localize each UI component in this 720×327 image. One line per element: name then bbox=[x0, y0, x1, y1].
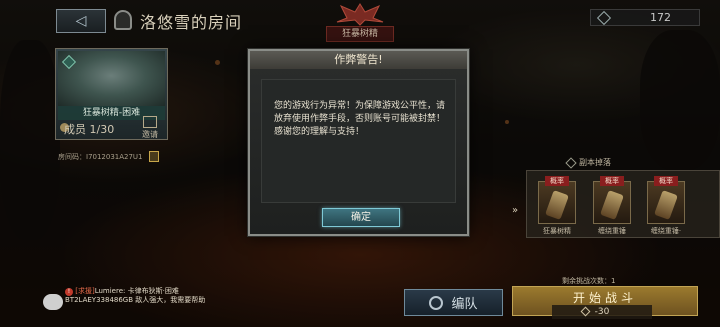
drops-title-text: 副本掉落 bbox=[579, 158, 611, 167]
chat-icon[interactable] bbox=[43, 294, 63, 310]
members-count: 成员 1/30 bbox=[64, 123, 115, 136]
dialog-message: 您的游戏行为异常！为保障游戏公平性，请放弃使用作弊手段，否则账号可能被封禁！感谢… bbox=[274, 101, 446, 137]
room-title: 洛悠雪的房间 bbox=[140, 13, 243, 32]
drop-item[interactable]: 概率 bbox=[538, 176, 576, 224]
dialog-body: 您的游戏行为异常！为保障游戏公平性，请放弃使用作弊手段，否则账号可能被封禁！感谢… bbox=[261, 79, 456, 203]
chat-message[interactable]: ! [求援]Lumiere: 卡律布狄斯·困难 BT2LAEY338486GB … bbox=[65, 287, 235, 305]
team-button[interactable]: 编队 bbox=[404, 289, 503, 316]
stamina-icon bbox=[580, 306, 591, 317]
drops-title: 副本掉落 bbox=[565, 156, 625, 170]
helmet-icon bbox=[114, 10, 132, 30]
start-cost: -30 bbox=[552, 305, 652, 319]
drops-tag-icon bbox=[565, 157, 577, 169]
probability-badge: 概率 bbox=[654, 176, 678, 186]
start-battle-label: 开始战斗 bbox=[572, 291, 637, 305]
chat-tag: [求援] bbox=[75, 287, 95, 295]
room-code: 房间码：I7012031A27U1 bbox=[58, 153, 143, 161]
drop-item-label: 狂暴树精 bbox=[543, 227, 571, 235]
difficulty-gem-icon bbox=[61, 54, 77, 70]
attempts-remaining: 剩余挑战次数：1 bbox=[562, 277, 616, 285]
team-icon bbox=[429, 295, 444, 310]
back-arrow-icon: ◁ bbox=[75, 13, 87, 29]
probability-badge: 概率 bbox=[545, 176, 569, 186]
cheat-warning-dialog: 作弊警告! 您的游戏行为异常！为保障游戏公平性，请放弃使用作弊手段，否则账号可能… bbox=[248, 49, 469, 236]
currency-display: 172 bbox=[590, 9, 700, 26]
invite-label[interactable]: 邀请 bbox=[142, 129, 158, 140]
probability-badge: 概率 bbox=[600, 176, 624, 186]
currency-value: 172 bbox=[650, 11, 671, 24]
drop-item[interactable]: 概率 bbox=[593, 176, 631, 224]
copy-icon[interactable] bbox=[149, 151, 159, 162]
start-cost-value: -30 bbox=[594, 307, 610, 317]
invite-icon[interactable] bbox=[143, 116, 157, 128]
item-icon bbox=[545, 190, 569, 220]
gem-icon bbox=[596, 10, 612, 26]
team-label: 编队 bbox=[451, 297, 478, 312]
drop-item-label: 缠绕重锤 bbox=[598, 227, 626, 235]
confirm-button[interactable]: 确定 bbox=[322, 208, 400, 227]
scroll-right-icon[interactable]: » bbox=[512, 205, 518, 216]
drop-item-label: 缠绕重锤· bbox=[650, 227, 682, 235]
boss-emblem-icon bbox=[336, 3, 384, 26]
dialog-title: 作弊警告! bbox=[250, 51, 467, 69]
item-icon bbox=[600, 190, 624, 220]
boss-label: 狂暴树精 bbox=[326, 26, 394, 42]
back-button[interactable]: ◁ bbox=[56, 9, 106, 33]
boss-portrait bbox=[58, 51, 165, 106]
item-icon bbox=[654, 190, 678, 220]
alert-icon: ! bbox=[65, 288, 73, 296]
drop-item[interactable]: 概率 bbox=[647, 176, 685, 224]
